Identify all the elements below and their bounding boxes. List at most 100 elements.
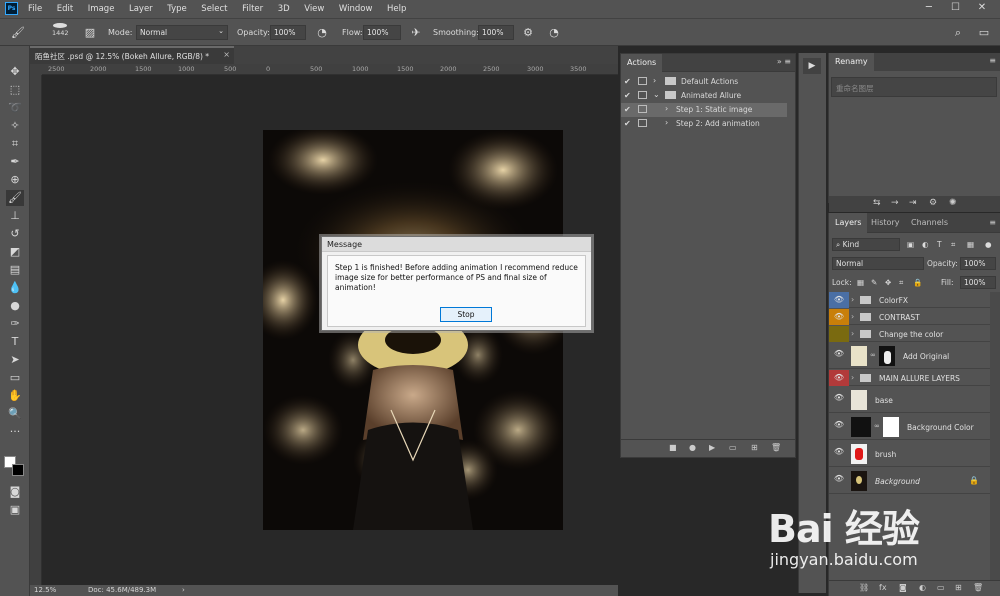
dialog-toggle-icon[interactable] [638,91,647,99]
smoothing-input[interactable]: 100% [478,25,514,40]
fill-input[interactable]: 100% [960,276,996,289]
eye-icon[interactable]: 👁 [829,370,849,386]
arrow-right-icon[interactable]: → [891,198,899,208]
chevron-right-icon[interactable]: › [665,104,668,113]
workspace-icon[interactable]: ▭ [976,25,992,41]
dialog-titlebar[interactable]: Message [322,237,591,252]
eye-icon[interactable]: 👁 [829,474,849,483]
eye-icon[interactable]: 👁 [829,349,849,358]
link-icon[interactable]: ⇆ [873,198,881,208]
fx-icon[interactable]: fx [879,583,887,592]
layer-row[interactable]: 👁 › ColorFX [829,292,991,308]
layer-row[interactable]: › Change the color [829,326,991,342]
record-icon[interactable]: ● [689,443,696,452]
healing-brush-icon[interactable]: ⊕ [6,172,24,188]
new-set-icon[interactable]: ▭ [729,443,737,452]
chevron-right-icon[interactable]: › [851,295,854,304]
path-selection-icon[interactable]: ➤ [6,352,24,368]
marquee-tool-icon[interactable]: ⬚ [6,82,24,98]
visibility-toggle[interactable] [829,326,849,342]
crop-tool-icon[interactable]: ⌗ [6,136,24,152]
background-color-swatch[interactable] [12,464,24,476]
lock-image-icon[interactable]: ✎ [871,278,877,287]
ruler-origin[interactable] [30,64,42,75]
action-row[interactable]: ✔ › Step 2: Add animation [621,117,787,131]
chevron-right-icon[interactable]: › [665,118,668,127]
layer-row[interactable]: 👁 › CONTRAST [829,309,991,325]
eye-icon[interactable]: 👁 [829,420,849,429]
airbrush-icon[interactable]: ✈ [408,25,424,41]
history-brush-icon[interactable]: ↺ [6,226,24,242]
menu-3d[interactable]: 3D [278,4,290,14]
check-icon[interactable]: ✔ [624,119,631,128]
layer-row[interactable]: 👁 ∞ Background Color [829,414,991,440]
pressure-opacity-icon[interactable]: ◔ [314,25,330,41]
panel-menu-icon[interactable]: » ≡ [777,57,791,66]
blur-tool-icon[interactable]: 💧 [6,280,24,296]
trash-icon[interactable]: 🗑 [771,443,781,452]
flow-input[interactable]: 100% [363,25,401,40]
dialog-toggle-icon[interactable] [638,119,647,127]
menu-image[interactable]: Image [88,4,115,14]
filter-smart-object-icon[interactable]: ▦ [967,240,974,249]
link-layers-icon[interactable]: ⛓ [859,583,869,592]
mode-select[interactable]: Normal ⌄ [136,25,228,40]
dialog-toggle-icon[interactable] [638,105,647,113]
menu-file[interactable]: File [28,4,42,14]
lock-position-icon[interactable]: ✥ [885,278,891,287]
pen-tool-icon[interactable]: ✑ [6,316,24,332]
eyedropper-icon[interactable]: ✒ [6,154,24,170]
filter-toggle-icon[interactable]: ● [985,240,992,249]
action-row-selected[interactable]: ✔ › Step 1: Static image [621,103,787,117]
layer-row[interactable]: 👁 base [829,387,991,413]
adjustment-layer-icon[interactable]: ◐ [919,583,926,592]
action-row[interactable]: ✔ ⌄ Animated Allure [621,89,787,103]
move-tool-icon[interactable]: ✥ [6,64,24,80]
zoom-tool-icon[interactable]: 🔍 [6,406,24,422]
blend-mode-select[interactable]: Normal [832,257,924,270]
gear-icon[interactable]: ⚙ [929,198,937,208]
tab-history[interactable]: History [865,213,905,233]
chevron-right-icon[interactable]: › [653,76,656,85]
brush-tool-preset-icon[interactable]: 🖌 [10,25,26,41]
tab-layers[interactable]: Layers [829,213,868,233]
panel-menu-icon[interactable]: ≡ [989,218,996,227]
chevron-down-icon[interactable]: ⌄ [653,90,660,99]
layers-scrollbar[interactable] [990,292,1000,580]
lock-all-icon[interactable]: 🔒 [913,278,922,287]
play-icon[interactable]: ▶ [709,443,715,452]
layer-row[interactable]: 👁 › MAIN ALLURE LAYERS [829,370,991,386]
eraser-icon[interactable]: ◩ [6,244,24,260]
zoom-level[interactable]: 12.5% [34,586,56,594]
link-icon[interactable]: ∞ [870,351,876,359]
lock-transparent-icon[interactable]: ▦ [857,278,864,287]
hand-tool-icon[interactable]: ✋ [6,388,24,404]
menu-view[interactable]: View [304,4,324,14]
minimize-icon[interactable]: ─ [917,2,941,13]
filter-pixel-icon[interactable]: ▣ [907,240,914,249]
filter-kind-select[interactable]: ⌕ Kind [832,238,900,251]
menu-edit[interactable]: Edit [57,4,73,14]
layer-opacity-input[interactable]: 100% [960,257,996,270]
chevron-right-icon[interactable]: › [851,312,854,321]
document-tab[interactable]: 陌鱼社区 .psd @ 12.5% (Bokeh Allure, RGB/8) … [30,46,234,64]
check-icon[interactable]: ✔ [624,77,631,86]
settings-icon[interactable]: ✺ [949,198,957,208]
close-icon[interactable]: ✕ [970,2,994,13]
tab-channels[interactable]: Channels [905,213,954,233]
dodge-tool-icon[interactable]: ● [6,298,24,314]
chevron-right-icon[interactable]: › [851,373,854,382]
rename-input[interactable]: 重命名图层 [831,77,997,97]
arrow-right-alt-icon[interactable]: ⇥ [909,198,917,208]
quick-mask-icon[interactable]: ◙ [6,484,24,500]
eye-icon[interactable]: 👁 [829,393,849,402]
dialog-toggle-icon[interactable] [638,77,647,85]
new-action-icon[interactable]: ⊞ [751,443,758,452]
tab-actions[interactable]: Actions [621,54,663,72]
new-layer-icon[interactable]: ⊞ [955,583,962,592]
eye-icon[interactable]: 👁 [829,292,849,308]
magic-wand-icon[interactable]: ✧ [6,118,24,134]
layer-mask-thumbnail[interactable] [879,346,895,366]
trash-icon[interactable]: 🗑 [973,583,983,592]
screen-mode-icon[interactable]: ▣ [6,502,24,518]
